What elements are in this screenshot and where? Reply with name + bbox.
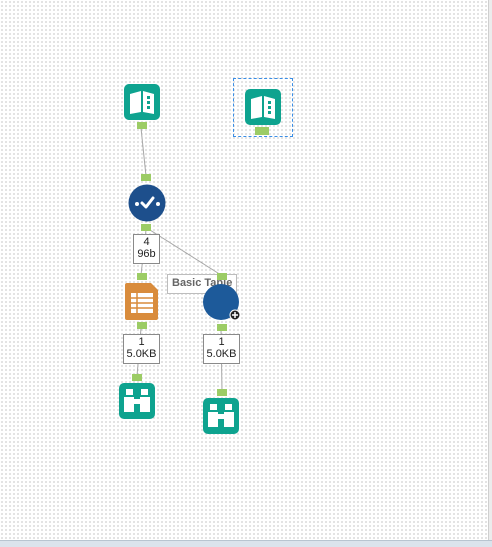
- connection-label: 4 96b: [133, 234, 160, 264]
- select-icon: [128, 184, 166, 222]
- basic-table-tool[interactable]: [125, 283, 159, 320]
- layout-icon: [203, 284, 241, 321]
- workflow-canvas[interactable]: 4 96b Basic Table 1 5.0KB 1 5.0KB: [0, 0, 492, 540]
- output-anchor[interactable]: [217, 324, 227, 331]
- input-data-tool-selected[interactable]: [245, 89, 281, 125]
- input-anchor[interactable]: [137, 273, 147, 280]
- input-data-tool[interactable]: [124, 84, 160, 120]
- data-size: 5.0KB: [206, 348, 237, 360]
- browse-icon: [203, 398, 239, 434]
- output-anchor[interactable]: [137, 322, 147, 329]
- data-size: 96b: [137, 248, 156, 260]
- connection-label: 1 5.0KB: [203, 334, 240, 364]
- input-anchor[interactable]: [132, 374, 142, 381]
- browse-tool[interactable]: [119, 383, 155, 419]
- input-anchor[interactable]: [217, 273, 227, 280]
- wire-input-to-select: [140, 127, 147, 177]
- connection-label: 1 5.0KB: [123, 334, 160, 364]
- data-size: 5.0KB: [126, 348, 157, 360]
- input-anchor[interactable]: [141, 174, 151, 181]
- input-data-icon: [245, 89, 281, 125]
- output-anchor[interactable]: [137, 122, 147, 129]
- browse-icon: [119, 383, 155, 419]
- table-icon: [125, 283, 158, 320]
- browse-tool[interactable]: [203, 398, 239, 434]
- output-anchor[interactable]: [255, 127, 269, 135]
- input-data-icon: [124, 84, 160, 120]
- record-count: 1: [138, 336, 145, 348]
- layout-tool[interactable]: [203, 284, 241, 322]
- vertical-scrollbar[interactable]: [488, 0, 492, 540]
- output-anchor[interactable]: [141, 224, 151, 231]
- record-count: 4: [143, 236, 150, 248]
- wire-select-to-layout: [149, 229, 222, 276]
- select-tool[interactable]: [128, 184, 166, 222]
- record-count: 1: [218, 336, 225, 348]
- input-anchor[interactable]: [217, 389, 227, 396]
